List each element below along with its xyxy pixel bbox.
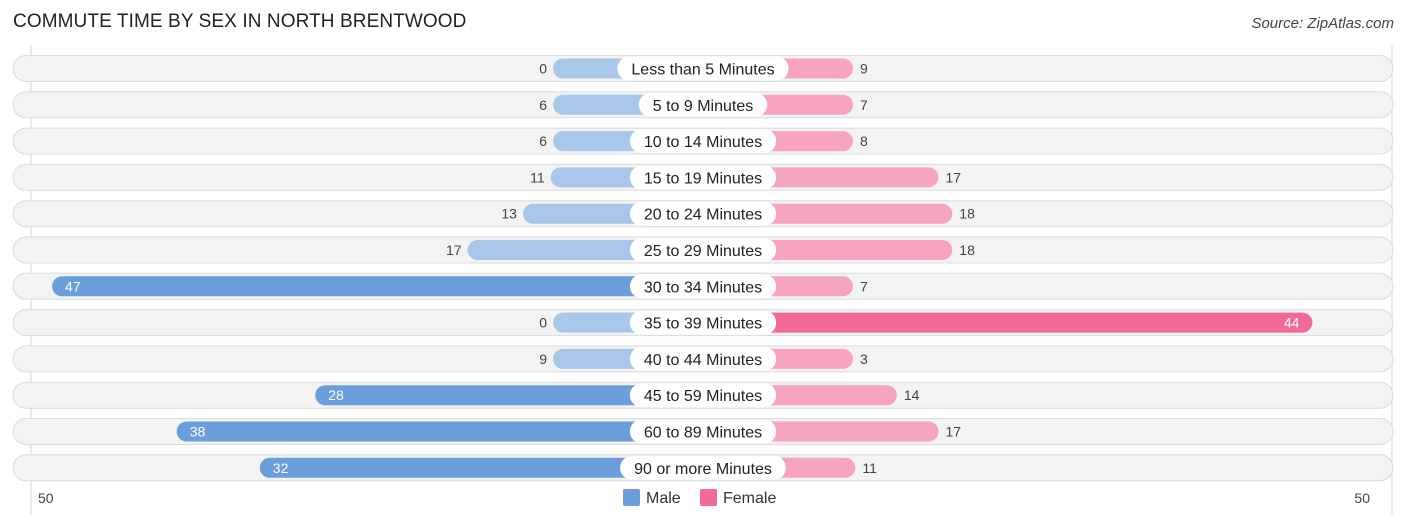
category-label: 5 to 9 Minutes: [653, 98, 754, 115]
bar-male: [176, 421, 703, 442]
category-label: Less than 5 Minutes: [631, 62, 774, 79]
chart-row: 17 18 25 to 29 Minutes: [12, 236, 1394, 264]
legend-swatch-male: [623, 489, 640, 506]
value-label-male: 11: [530, 169, 545, 185]
chart-row: 38 17 60 to 89 Minutes: [12, 418, 1394, 445]
value-label-male: 47: [65, 278, 81, 294]
value-label-female: 17: [945, 424, 961, 440]
value-label-male: 9: [539, 351, 547, 367]
category-label: 35 to 39 Minutes: [644, 316, 762, 333]
chart-row: 9 3 40 to 44 Minutes: [12, 345, 1394, 373]
chart-row: 6 8 10 to 14 Minutes: [12, 127, 1394, 155]
category-label: 25 to 29 Minutes: [644, 243, 762, 260]
chart-row: 0 9 Less than 5 Minutes: [12, 55, 1394, 82]
legend-label-male: Male: [646, 490, 681, 507]
chart-rows: 0 9 Less than 5 Minutes 6 7 5 to 9 Minutes 6 8 1…: [12, 45, 1394, 515]
value-label-female: 7: [860, 97, 868, 113]
legend-label-female: Female: [723, 490, 776, 507]
value-label-female: 18: [959, 206, 975, 222]
value-label-female: 14: [904, 387, 920, 403]
chart-row: 6 7 5 to 9 Minutes: [12, 91, 1394, 119]
value-label-female: 9: [860, 61, 868, 77]
axis-tick-left: 50: [38, 490, 54, 506]
chart-row: 47 7 30 to 34 Minutes: [12, 272, 1394, 300]
chart-canvas: 0 9 Less than 5 Minutes 6 7 5 to 9 Minutes 6 8 1…: [12, 45, 1394, 515]
value-label-male: 13: [501, 206, 517, 222]
value-label-female: 17: [945, 169, 961, 185]
value-label-male: 0: [539, 315, 547, 331]
chart-row: 28 14 45 to 59 Minutes: [12, 381, 1394, 409]
value-label-female: 7: [860, 278, 868, 294]
value-label-male: 6: [539, 97, 547, 113]
value-label-male: 38: [190, 424, 206, 440]
value-label-female: 3: [860, 351, 868, 367]
value-label-male: 28: [328, 387, 344, 403]
value-label-female: 18: [959, 242, 975, 258]
category-label: 40 to 44 Minutes: [644, 352, 762, 369]
bar-female: [703, 312, 1313, 333]
legend-swatch-female: [700, 489, 717, 506]
legend: Male Female: [623, 489, 776, 507]
chart-row: 11 17 15 to 19 Minutes: [12, 163, 1394, 191]
category-label: 60 to 89 Minutes: [644, 425, 762, 442]
category-label: 90 or more Minutes: [634, 461, 772, 478]
value-label-male: 0: [539, 61, 547, 77]
category-label: 15 to 19 Minutes: [644, 170, 762, 187]
category-label: 45 to 59 Minutes: [644, 388, 762, 405]
axis-tick-right: 50: [1354, 490, 1370, 506]
chart-row: 0 44 35 to 39 Minutes: [12, 309, 1394, 337]
category-label: 30 to 34 Minutes: [644, 279, 762, 296]
value-label-male: 17: [446, 242, 462, 258]
value-label-female: 11: [862, 460, 877, 476]
value-label-female: 44: [1284, 315, 1300, 331]
bar-male: [52, 276, 704, 297]
value-label-male: 6: [539, 133, 547, 149]
category-label: 20 to 24 Minutes: [644, 207, 762, 224]
category-label: 10 to 14 Minutes: [644, 134, 762, 151]
value-label-male: 32: [273, 460, 289, 476]
chart-row: 13 18 20 to 24 Minutes: [12, 200, 1394, 228]
chart-row: 32 11 90 or more Minutes: [12, 454, 1394, 482]
value-label-female: 8: [860, 133, 868, 149]
